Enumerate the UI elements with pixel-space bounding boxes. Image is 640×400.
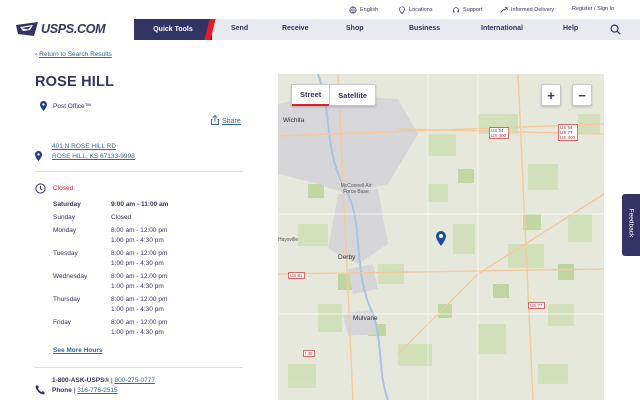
phone-icon [35, 385, 45, 395]
office-type-label: Post Office™ [53, 102, 92, 110]
map-canvas[interactable] [278, 74, 604, 400]
nav-international[interactable]: International [481, 25, 523, 32]
hours-time: 8:00 am - 12:00 pm [111, 296, 168, 303]
hours-time: 1:00 pm - 4:30 pm [111, 237, 164, 244]
support-link[interactable]: Support [452, 6, 482, 14]
phone-number[interactable]: 316-776-2515 [77, 387, 117, 394]
search-icon[interactable] [610, 24, 621, 35]
hours-time: 8:00 am - 12:00 pm [111, 227, 168, 234]
map-view[interactable]: Wichita McConnell Air Force Base Derby M… [278, 74, 604, 400]
nav-send[interactable]: Send [231, 25, 248, 32]
map-type-toggle: Street Satellite [291, 84, 377, 106]
logo-text: USPS.COM [41, 22, 106, 36]
location-pin-icon [40, 101, 47, 111]
informed-delivery-label: Informed Delivery [511, 7, 555, 13]
share-label: Share [222, 118, 241, 125]
ask-usps-label: 1-800-ASK-USPS® [52, 377, 110, 384]
address-line-2[interactable]: ROSE HILL, KS 67133-9998 [52, 153, 135, 160]
status-closed: Closed [35, 183, 73, 194]
hours-time: 1:00 pm - 4:30 pm [111, 283, 164, 290]
nav-quick-tools[interactable]: Quick Tools [134, 19, 212, 40]
language-link[interactable]: English [349, 6, 378, 14]
globe-icon [349, 6, 357, 14]
location-pin-icon [35, 151, 42, 161]
zoom-out-button[interactable]: − [572, 84, 592, 106]
hours-day: Friday [53, 319, 72, 326]
hours-time: 9:00 am - 11:00 am [111, 201, 169, 208]
phone-label: Phone [52, 387, 72, 394]
chevron-left-icon: ‹ [35, 51, 38, 58]
hours-time: 8:00 am - 12:00 pm [111, 273, 168, 280]
hours-time: 1:00 pm - 4:30 pm [111, 260, 164, 267]
hours-time: 1:00 pm - 4:30 pm [111, 306, 164, 313]
page-title: ROSE HILL [35, 74, 115, 90]
hours-day: Thursday [53, 296, 81, 303]
location-pin-icon [399, 6, 405, 14]
register-sign-in-label: Register / Sign In [572, 6, 615, 12]
return-to-search-link[interactable]: ‹ Return to Search Results [35, 51, 112, 58]
map-label-haysville: Haysville [278, 237, 299, 243]
map-label-mcconnell: McConnell Air Force Base [340, 183, 372, 195]
address-line-1[interactable]: 401 N ROSE HILL RD [52, 143, 116, 150]
feedback-tab[interactable]: Feedback [622, 194, 640, 256]
status-label: Closed [53, 185, 74, 192]
hours-day: Sunday [53, 214, 76, 221]
nav-help[interactable]: Help [563, 25, 578, 32]
divider [35, 171, 243, 172]
return-to-search-label: Return to Search Results [39, 51, 112, 58]
feedback-label: Feedback [627, 208, 635, 238]
nav-receive[interactable]: Receive [282, 25, 308, 32]
hours-time: 1:00 pm - 4:30 pm [111, 329, 164, 336]
language-label: English [360, 7, 379, 13]
register-sign-in-link[interactable]: Register / Sign In [572, 6, 614, 12]
ask-usps-number[interactable]: 800-275-0777 [114, 377, 154, 384]
locations-label: Locations [409, 7, 433, 13]
ask-usps-line: 1-800-ASK-USPS® | 800-275-0777 [52, 377, 155, 384]
share-button[interactable]: Share [211, 115, 241, 125]
hours-day: Wednesday [53, 273, 88, 280]
eagle-logo-icon [16, 22, 38, 36]
map-label-mulvane: Mulvane [353, 315, 378, 322]
map-shield-i35: I 35 [303, 350, 315, 357]
nav-shop[interactable]: Shop [346, 25, 364, 32]
map-street-button[interactable]: Street [292, 85, 330, 106]
hours-day: Monday [53, 227, 77, 234]
map-label-derby: Derby [338, 254, 356, 261]
usps-logo[interactable]: USPS.COM [16, 22, 106, 36]
hours-day: Tuesday [53, 250, 78, 257]
clock-icon [35, 183, 46, 194]
hours-time: 8:00 am - 12:00 pm [111, 250, 168, 257]
divider [35, 367, 243, 368]
phone-line: Phone | 316-776-2515 [52, 387, 118, 394]
hours-time: 8:00 am - 12:00 pm [111, 319, 168, 326]
map-shield-us54-400: US 54 US 400 [489, 127, 509, 139]
hours-time: Closed [111, 214, 132, 221]
utility-bar: English Locations Support Informed Deliv… [0, 0, 640, 19]
map-shield-us81: US 81 [288, 272, 305, 279]
support-label: Support [463, 7, 483, 13]
hours-day: Saturday [53, 201, 81, 208]
see-more-hours-link[interactable]: See More Hours [53, 347, 103, 354]
map-label-wichita: Wichita [283, 117, 305, 124]
informed-delivery-link[interactable]: Informed Delivery [500, 6, 554, 14]
map-shield-us54-77-400: US 54 US 77 US 400 [558, 124, 578, 141]
share-icon [211, 115, 219, 125]
nav-business[interactable]: Business [409, 25, 440, 32]
headset-icon [453, 7, 459, 13]
map-satellite-button[interactable]: Satellite [330, 85, 375, 105]
locations-link[interactable]: Locations [398, 6, 433, 14]
office-type: Post Office™ [40, 101, 91, 111]
informed-delivery-icon [500, 7, 508, 13]
map-shield-us77: US 77 [528, 302, 545, 309]
zoom-in-button[interactable]: + [541, 84, 561, 106]
